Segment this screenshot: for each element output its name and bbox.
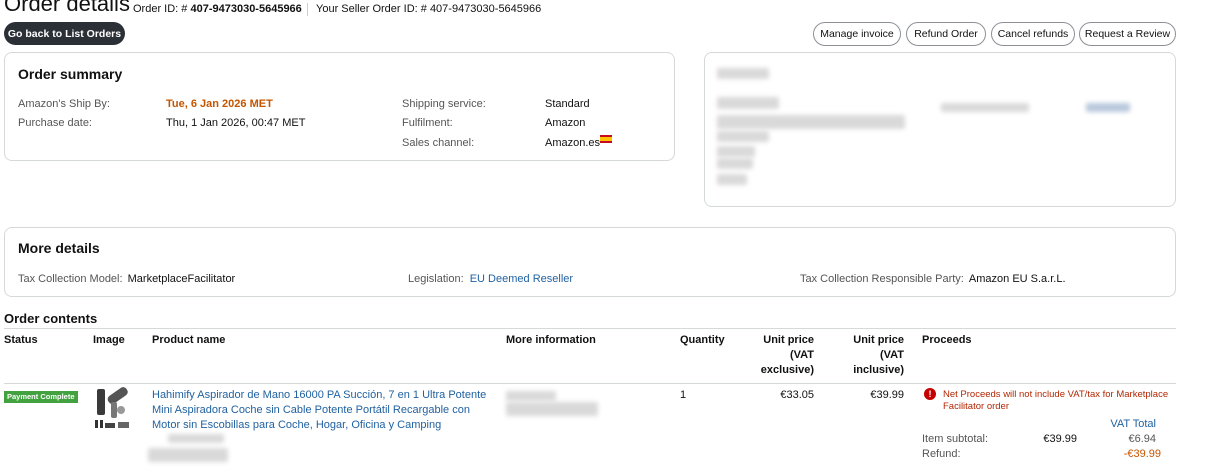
purchase-date-label: Purchase date: — [18, 117, 92, 129]
sales-channel-value: Amazon.es — [545, 137, 601, 149]
vat-total-link[interactable]: VAT Total — [1080, 418, 1156, 430]
col-unit-price-ex-line3: exclusive) — [760, 364, 814, 376]
status-badge: Payment Complete — [4, 391, 78, 403]
refund-label: Refund: — [922, 448, 961, 460]
responsible-label: Tax Collection Responsible Party: — [800, 273, 964, 285]
legislation-link[interactable]: EU Deemed Reseller — [470, 273, 573, 285]
warning-line1: Net Proceeds will not include VAT/tax fo… — [943, 389, 1169, 400]
quantity-value: 1 — [680, 389, 687, 401]
redacted-text — [717, 131, 769, 142]
item-subtotal-vat: €6.94 — [1128, 433, 1156, 445]
col-unit-price-in-line2: (VAT — [879, 349, 904, 361]
redacted-text — [717, 146, 755, 157]
redacted-text — [717, 174, 747, 185]
table-header-divider — [4, 328, 1176, 329]
col-image: Image — [93, 334, 125, 346]
more-details-title: More details — [18, 240, 100, 256]
refund-vat-value: -€39.99 — [1123, 448, 1161, 460]
fulfilment-label: Fulfilment: — [402, 117, 453, 129]
purchase-date-value: Thu, 1 Jan 2026, 00:47 MET — [166, 117, 306, 129]
order-summary-card: Order summary Amazon's Ship By: Tue, 6 J… — [4, 52, 675, 161]
tax-model-label: Tax Collection Model: — [18, 273, 123, 285]
alert-icon: ! — [924, 388, 936, 400]
order-contents-title: Order contents — [4, 311, 98, 326]
col-unit-price-in-line3: inclusive) — [853, 364, 904, 376]
sales-channel-label: Sales channel: — [402, 137, 475, 149]
shipping-service-label: Shipping service: — [402, 98, 486, 110]
legislation-label: Legislation: — [408, 273, 464, 285]
order-id-value: 407-9473030-5645966 — [190, 3, 302, 15]
page-title: Order details — [4, 0, 130, 16]
ship-by-value: Tue, 6 Jan 2026 MET — [166, 98, 273, 110]
tax-model-value: MarketplaceFacilitator — [127, 273, 236, 285]
redacted-text — [168, 434, 224, 443]
refund-order-button[interactable]: Refund Order — [906, 22, 986, 46]
col-proceeds: Proceeds — [922, 334, 972, 346]
back-to-list-orders-button[interactable]: Go back to List Orders — [4, 22, 125, 45]
shipping-address-card — [704, 52, 1176, 207]
spain-flag-icon — [600, 135, 612, 143]
order-id: Order ID: # 407-9473030-5645966 — [133, 3, 302, 15]
fulfilment-value: Amazon — [545, 117, 586, 129]
redacted-text — [941, 103, 1029, 112]
product-name-line1: Hahimify Aspirador de Mano 16000 PA Succ… — [152, 389, 487, 401]
header-divider — [307, 3, 308, 16]
vacuum-icon — [93, 386, 133, 430]
product-name-link[interactable]: Hahimify Aspirador de Mano 16000 PA Succ… — [152, 388, 492, 433]
request-review-button[interactable]: Request a Review — [1079, 22, 1176, 46]
item-subtotal-label: Item subtotal: — [922, 433, 989, 445]
redacted-text — [506, 391, 556, 401]
ship-by-label: Amazon's Ship By: — [18, 98, 110, 110]
seller-order-id-value: 407-9473030-5645966 — [429, 3, 542, 15]
tax-responsible-party: Tax Collection Responsible Party: Amazon… — [800, 273, 1066, 285]
order-summary-title: Order summary — [18, 66, 123, 82]
col-quantity: Quantity — [680, 334, 725, 346]
product-name-line3: Motor sin Escobillas para Coche, Hogar, … — [152, 419, 442, 431]
col-more-information: More information — [506, 334, 596, 346]
redacted-text — [717, 97, 779, 109]
redacted-text — [717, 68, 769, 79]
manage-invoice-button[interactable]: Manage invoice — [813, 22, 901, 46]
legislation: Legislation: EU Deemed Reseller — [408, 273, 573, 285]
warning-line2: Facilitator order — [943, 401, 1009, 412]
order-id-label: Order ID: # — [133, 3, 188, 15]
more-details-card: More details Tax Collection Model: Marke… — [4, 227, 1176, 297]
unit-price-in-value: €39.99 — [870, 389, 904, 401]
redacted-text — [506, 402, 598, 416]
col-unit-price-ex-line1: Unit price — [763, 334, 814, 346]
seller-order-id-label: Your Seller Order ID: # — [316, 3, 427, 15]
unit-price-ex-value: €33.05 — [780, 389, 814, 401]
item-subtotal-value: €39.99 — [1043, 433, 1077, 445]
seller-order-id: Your Seller Order ID: # 407-9473030-5645… — [316, 3, 541, 15]
col-product-name: Product name — [152, 334, 226, 346]
col-unit-price-vat-exclusive: Unit price (VAT exclusive) — [744, 333, 814, 378]
cancel-refunds-button[interactable]: Cancel refunds — [991, 22, 1075, 46]
product-name-line2: Mini Aspiradora Coche sin Cable Potente … — [152, 404, 470, 416]
product-image[interactable] — [93, 386, 133, 430]
table-row-divider — [4, 383, 1176, 384]
col-unit-price-ex-line2: (VAT — [789, 349, 814, 361]
redacted-text — [717, 158, 753, 169]
shipping-service-value: Standard — [545, 98, 590, 110]
col-status: Status — [4, 334, 38, 346]
responsible-value: Amazon EU S.a.r.L. — [968, 273, 1066, 285]
tax-collection-model: Tax Collection Model: MarketplaceFacilit… — [18, 273, 235, 285]
col-unit-price-vat-inclusive: Unit price (VAT inclusive) — [834, 333, 904, 378]
proceeds-warning: Net Proceeds will not include VAT/tax fo… — [943, 389, 1173, 413]
redacted-text — [717, 115, 905, 129]
redacted-link — [1086, 103, 1130, 112]
col-unit-price-in-line1: Unit price — [853, 334, 904, 346]
redacted-text — [148, 448, 228, 462]
